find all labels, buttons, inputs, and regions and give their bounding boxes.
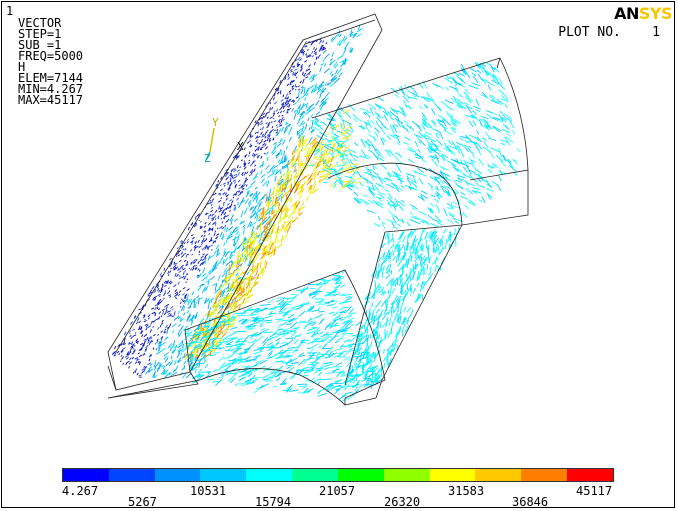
legend-value: 4.267 <box>62 484 99 498</box>
legend-color-segment <box>429 469 476 481</box>
legend-value: 15794 <box>255 495 292 509</box>
legend-color-segment <box>337 469 384 481</box>
triad-y-axis <box>209 127 215 153</box>
triad-x-axis <box>209 146 236 153</box>
legend-color-segment <box>63 469 109 481</box>
legend-value: 21057 <box>319 484 356 498</box>
vector-plot-model[interactable]: X Y Z <box>0 0 678 460</box>
legend-color-segment <box>246 469 293 481</box>
triad-y-label: Y <box>212 116 219 129</box>
legend-color-segment <box>292 469 338 481</box>
triad-z-label: Z <box>204 152 211 165</box>
legend-value: 36846 <box>512 495 549 509</box>
legend-value: 26320 <box>384 495 421 509</box>
graphics-window[interactable]: 1 VECTOR STEP=1 SUB =1 FREQ=5000 H ELEM=… <box>0 0 678 511</box>
legend-color-segment <box>521 469 568 481</box>
legend-color-segment <box>567 469 613 481</box>
vector-arrow-field <box>111 24 521 402</box>
legend-color-segment <box>383 469 430 481</box>
legend-value: 10531 <box>190 484 227 498</box>
legend-color-segment <box>154 469 201 481</box>
legend-color-segment <box>108 469 155 481</box>
triad-x-label: X <box>237 140 244 153</box>
legend-value: 5267 <box>128 495 157 509</box>
legend-value: 45117 <box>576 484 613 498</box>
legend-color-segment <box>475 469 522 481</box>
contour-legend-bar <box>62 468 614 482</box>
legend-color-segment <box>200 469 247 481</box>
legend-value: 31583 <box>448 484 485 498</box>
